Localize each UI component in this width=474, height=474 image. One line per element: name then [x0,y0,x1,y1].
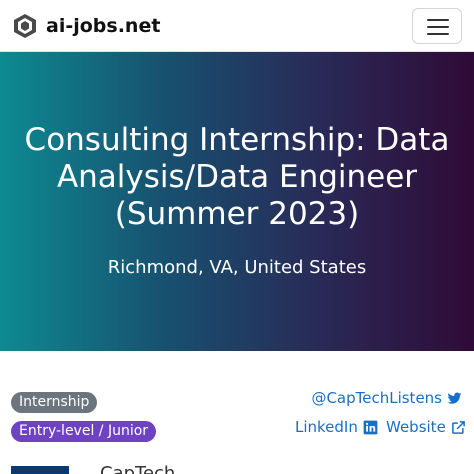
twitter-icon [447,392,462,404]
twitter-handle: @CapTechListens [311,389,442,407]
linkedin-label: LinkedIn [295,418,358,436]
twitter-link[interactable]: @CapTechListens [311,389,462,407]
job-title: Consulting Internship: Data Analysis/Dat… [24,122,450,232]
company-logo [11,466,69,474]
brand-link[interactable]: ai-jobs.net [12,11,160,41]
website-link[interactable]: Website [386,418,466,436]
linkedin-link[interactable]: LinkedIn [295,418,378,436]
experience-level-badge[interactable]: Entry-level / Junior [11,421,157,442]
job-location: Richmond, VA, United States [107,257,367,278]
ai-jobs-logo-icon [14,14,36,38]
website-label: Website [386,418,446,436]
top-navbar: ai-jobs.net [0,0,474,52]
job-type-badge[interactable]: Internship [11,392,98,413]
menu-toggle-button[interactable] [412,8,462,44]
brand-name: ai-jobs.net [46,15,161,37]
linkedin-icon [363,420,378,434]
job-hero-banner: Consulting Internship: Data Analysis/Dat… [0,52,474,351]
external-link-icon [451,420,465,434]
company-name: CapTech [100,463,176,474]
